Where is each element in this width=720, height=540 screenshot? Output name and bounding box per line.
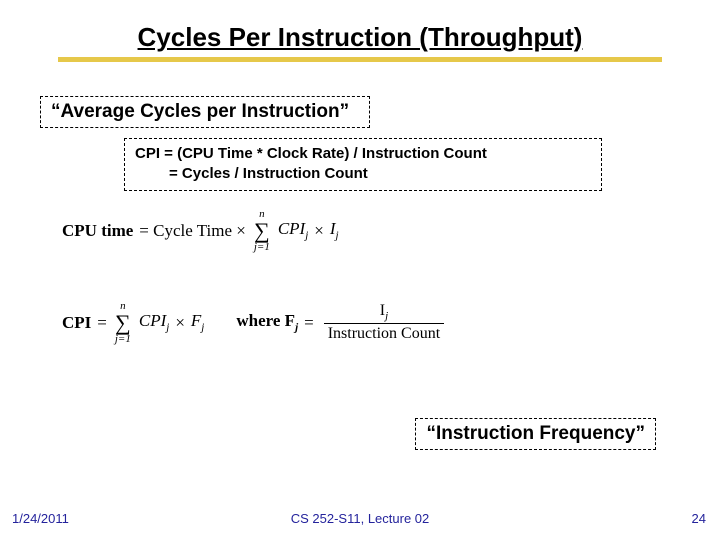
- f-term: Fj: [191, 311, 204, 333]
- box-average-cpi: “Average Cycles per Instruction”: [40, 96, 370, 128]
- where-eq: =: [304, 313, 314, 333]
- times-symbol: ×: [314, 221, 324, 241]
- sigma-icon: n ∑ j=1: [115, 301, 131, 345]
- cpi-label: CPI: [278, 219, 305, 238]
- where-text: where F: [236, 311, 295, 330]
- cpu-time-eq: = Cycle Time ×: [139, 221, 246, 241]
- cpi-label: CPI: [139, 311, 166, 330]
- cpi-def-line1: CPI = (CPU Time * Clock Rate) / Instruct…: [135, 145, 487, 162]
- cpi-term: CPIj: [139, 311, 169, 333]
- box-cpi-definition: CPI = (CPU Time * Clock Rate) / Instruct…: [124, 138, 602, 191]
- footer-date: 1/24/2011: [12, 511, 69, 526]
- i-subscript: j: [336, 230, 339, 242]
- formula-cpi: CPI = n ∑ j=1 CPIj × Fj where Fj = Ij: [62, 301, 720, 345]
- formula-cpu-time: CPU time = Cycle Time × n ∑ j=1 CPIj × I…: [62, 209, 720, 253]
- footer-page-number: 24: [692, 511, 706, 526]
- sigma-symbol: ∑: [115, 312, 131, 334]
- cpi-subscript: j: [166, 322, 169, 334]
- cpi-def-line2: = Cycles / Instruction Count: [135, 164, 591, 184]
- fraction-numerator: Ij: [376, 302, 392, 323]
- where-subscript: j: [295, 322, 298, 334]
- f-subscript: j: [201, 322, 204, 334]
- cpi-lhs: CPI: [62, 313, 91, 333]
- where-clause: where Fj: [236, 311, 298, 333]
- cpi-subscript: j: [305, 230, 308, 242]
- cpu-time-lhs: CPU time: [62, 221, 133, 241]
- cpi-term: CPIj: [278, 219, 308, 241]
- sigma-symbol: ∑: [254, 220, 270, 242]
- footer-course: CS 252-S11, Lecture 02: [291, 511, 430, 526]
- slide-title: Cycles Per Instruction (Throughput): [58, 22, 662, 62]
- fraction-denominator: Instruction Count: [324, 323, 444, 343]
- sigma-lower: j=1: [115, 334, 131, 345]
- fraction: Ij Instruction Count: [324, 302, 444, 343]
- cpi-eq: =: [97, 313, 107, 333]
- sigma-lower: j=1: [254, 242, 270, 253]
- sigma-icon: n ∑ j=1: [254, 209, 270, 253]
- i-term: Ij: [330, 219, 339, 241]
- box-instruction-frequency: “Instruction Frequency”: [415, 418, 656, 450]
- slide: Cycles Per Instruction (Throughput) “Ave…: [0, 0, 720, 540]
- frac-num-sub: j: [385, 310, 388, 322]
- f-label: F: [191, 311, 201, 330]
- formula-area: CPU time = Cycle Time × n ∑ j=1 CPIj × I…: [62, 209, 720, 345]
- times-symbol: ×: [175, 313, 185, 333]
